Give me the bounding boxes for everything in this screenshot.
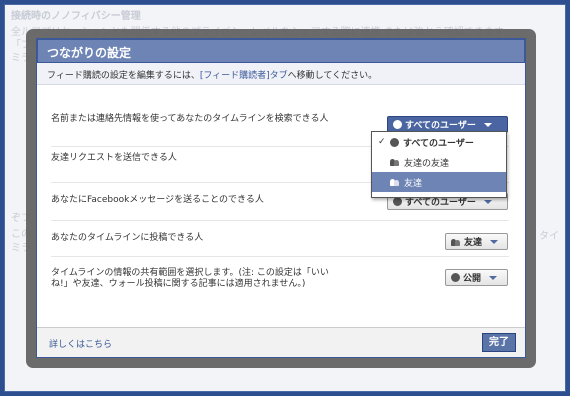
menu-item-label: すべてのユーザー [403, 138, 474, 149]
globe-icon [390, 137, 399, 147]
globe-icon [393, 120, 402, 129]
check-icon: ✓ [378, 137, 386, 147]
people-icon [390, 178, 400, 186]
dialog-title: つながりの設定 [37, 39, 525, 63]
background-text: タイ [539, 231, 559, 242]
chevron-down-icon [483, 122, 492, 127]
dropdown-value: 公開 [463, 274, 482, 284]
menu-item-label: 友達 [404, 178, 423, 189]
menu-item-friends-of-friends[interactable]: 友達の友達 [372, 152, 506, 172]
dropdown-value: すべてのユーザー [405, 121, 476, 131]
menu-item-friends[interactable]: 友達 [372, 172, 506, 192]
feed-subscribers-tab-link[interactable]: [フィード購読者]タブ [200, 71, 288, 81]
learn-more-link[interactable]: 詳しくはこちら [49, 337, 112, 350]
globe-icon [393, 197, 402, 206]
connection-settings-dialog: つながりの設定 フィード購読の設定を編集するには、[フィード購読者]タブへ移動し… [36, 38, 526, 358]
timeline-sharing-privacy-dropdown[interactable]: 公開 [445, 269, 508, 286]
setting-label: 名前または連絡先情報を使ってあなたのタイムラインを検索できる人 [51, 114, 329, 124]
chevron-down-icon [490, 239, 499, 244]
dropdown-value: 友達 [464, 238, 483, 248]
setting-label: 友達リクエストを送信できる人 [51, 153, 177, 163]
setting-row-timeline-posts: あなたのタイムラインに投稿できる人 友達 [51, 221, 509, 257]
audience-dropdown-menu: ✓ すべてのユーザー 友達の友達 友達 [371, 131, 507, 198]
setting-row-timeline-sharing: タイムラインの情報の共有範囲を選択します。(注: この設定は「いいね!」や友達、… [51, 257, 509, 313]
info-text: へ移動してください。 [287, 71, 378, 81]
setting-label: あなたのタイムラインに投稿できる人 [51, 233, 204, 243]
menu-item-label: 友達の友達 [404, 158, 450, 169]
people-icon [451, 238, 461, 246]
background-heading: 接続時のノノフィバシー管理 [11, 11, 141, 22]
globe-icon [451, 273, 460, 282]
setting-label: あなたにFacebookメッセージを送ることのできる人 [51, 195, 264, 205]
info-bar: フィード購読の設定を編集するには、[フィード購読者]タブへ移動してください。 [37, 63, 525, 85]
timeline-post-privacy-dropdown[interactable]: 友達 [445, 233, 508, 250]
done-button[interactable]: 完了 [482, 333, 516, 352]
people-icon [390, 158, 400, 166]
setting-label: タイムラインの情報の共有範囲を選択します。(注: この設定は「いいね!」や友達、… [51, 268, 329, 289]
info-text: フィード購読の設定を編集するには、 [47, 71, 200, 81]
chevron-down-icon [489, 275, 498, 280]
menu-item-everyone[interactable]: ✓ すべてのユーザー [372, 132, 506, 152]
dialog-footer: 詳しくはこちら 完了 [37, 327, 525, 357]
chevron-down-icon [483, 199, 492, 204]
